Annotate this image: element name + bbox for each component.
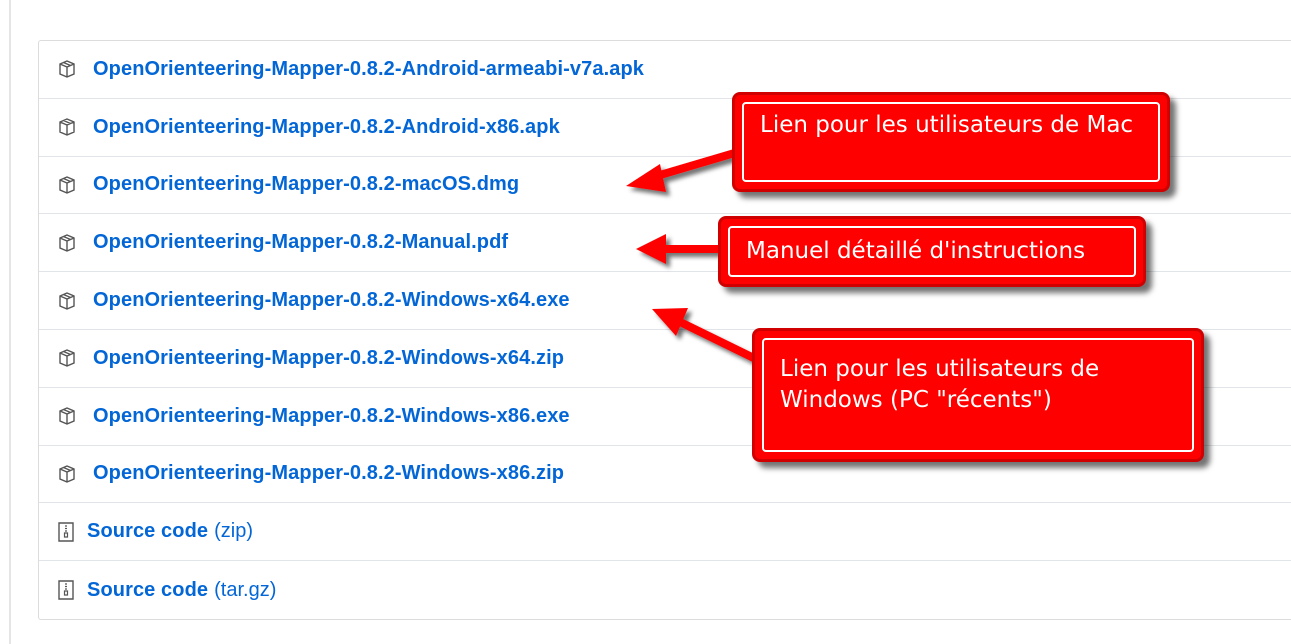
arrow-to-windows — [652, 308, 768, 368]
arrow-to-macos — [626, 148, 740, 192]
callout-manual: Manuel détaillé d'instructions — [718, 216, 1146, 287]
callout-mac-text: Lien pour les utilisateurs de Mac — [742, 102, 1160, 182]
arrow-to-manual — [636, 234, 724, 264]
callout-manual-text: Manuel détaillé d'instructions — [728, 226, 1136, 277]
callout-windows: Lien pour les utilisateurs de Windows (P… — [752, 328, 1204, 462]
callout-mac: Lien pour les utilisateurs de Mac — [732, 92, 1170, 192]
callout-windows-text: Lien pour les utilisateurs de Windows (P… — [762, 338, 1194, 452]
